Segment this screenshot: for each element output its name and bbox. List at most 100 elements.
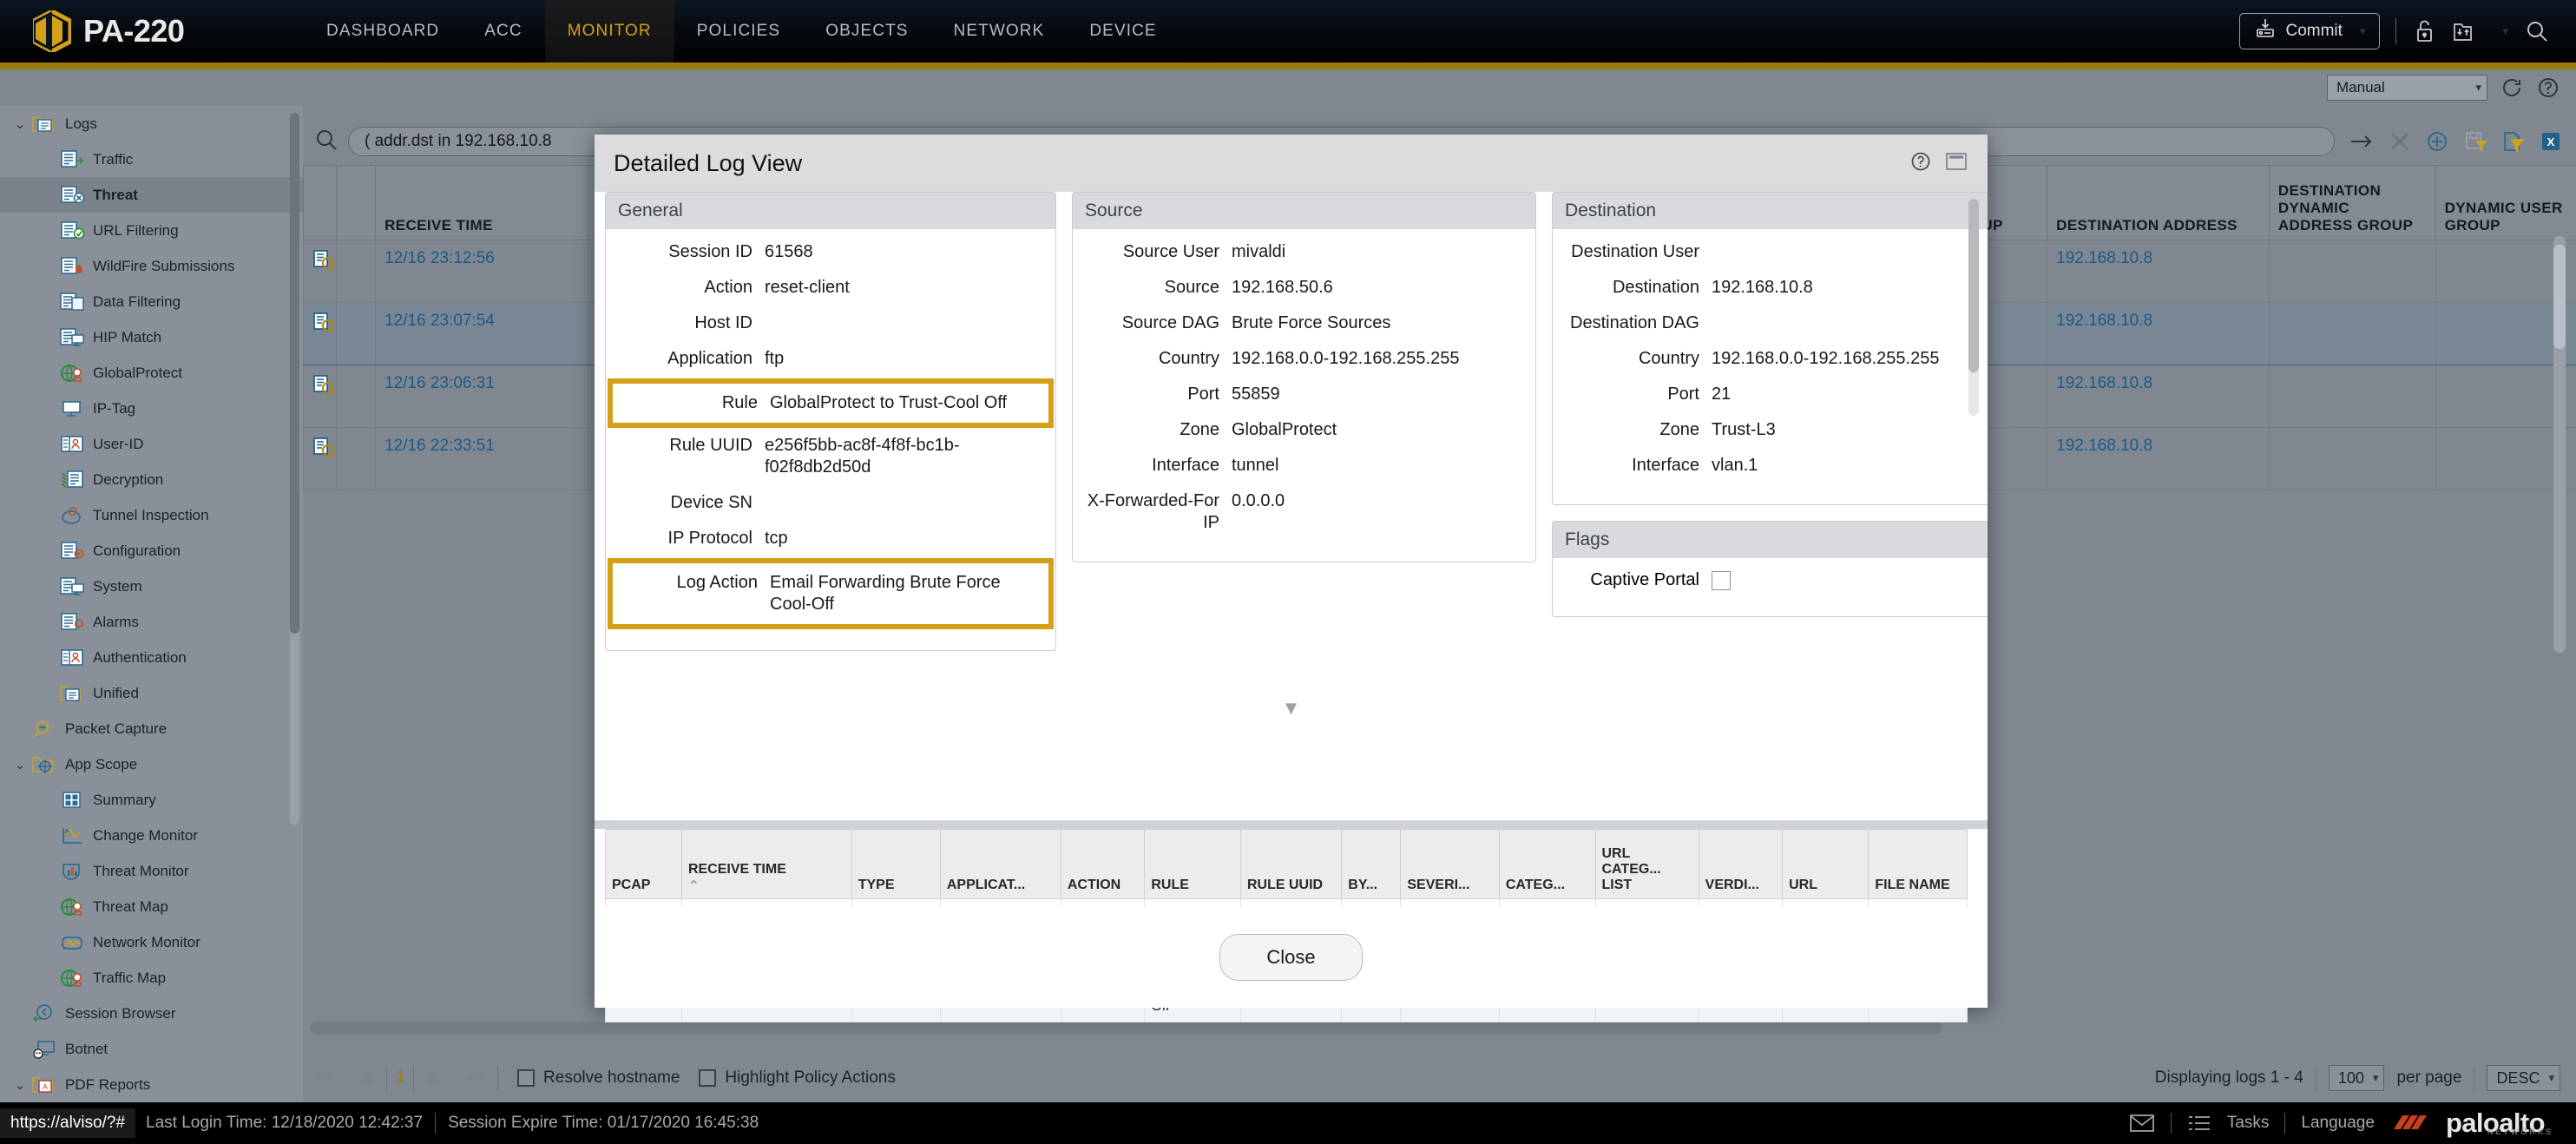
sidebar-scrollbar[interactable] (290, 113, 299, 825)
nav-tab-objects[interactable]: OBJECTS (803, 0, 930, 62)
log-detail-icon[interactable] (303, 427, 338, 490)
language-label[interactable]: Language (2301, 1114, 2375, 1133)
checkbox-box[interactable] (517, 1069, 536, 1087)
sidebar-item-globalprotect[interactable]: GlobalProtect (0, 355, 303, 391)
sidebar-item-wildfire-submissions[interactable]: WildFire Submissions (0, 248, 303, 284)
sidebar-item-traffic-map[interactable]: Traffic Map (0, 960, 303, 996)
sidebar-item-user-id[interactable]: User-ID (0, 426, 303, 462)
clear-filter-x-icon[interactable] (2389, 130, 2411, 153)
grid-col-url[interactable]: URL (1782, 829, 1870, 899)
mail-icon[interactable] (2129, 1113, 2155, 1134)
sidebar-item-botnet[interactable]: Botnet (0, 1031, 303, 1067)
sidebar-item-alarms[interactable]: Alarms (0, 604, 303, 640)
grid-col-action[interactable]: ACTION (1060, 829, 1146, 899)
save-filter-icon[interactable] (2463, 129, 2487, 154)
sort-order-select[interactable]: DESC ▾ (2487, 1065, 2560, 1091)
sidebar-item-tunnel-inspection[interactable]: Tunnel Inspection (0, 497, 303, 533)
restore-window-icon[interactable] (1944, 151, 1968, 176)
sidebar-item-summary[interactable]: Summary (0, 782, 303, 818)
twisty-expand-icon[interactable]: ⌄ (9, 116, 31, 132)
sidebar-item-change-monitor[interactable]: Change Monitor (0, 818, 303, 853)
last-page-icon[interactable]: ⏭ (455, 1068, 497, 1088)
sidebar-item-threat-monitor[interactable]: Threat Monitor (0, 853, 303, 889)
twisty-expand-icon[interactable]: ⌄ (9, 1077, 31, 1093)
grid-col-url-categ-list[interactable]: URL CATEG... LIST (1594, 829, 1699, 899)
sort-ascending-icon[interactable]: ⌃ (688, 878, 845, 893)
first-page-icon[interactable]: ⏮ (303, 1068, 345, 1088)
apply-filter-arrow-icon[interactable] (2349, 130, 2375, 153)
flag-checkbox[interactable] (1712, 570, 1731, 590)
nav-tab-policies[interactable]: POLICIES (674, 0, 803, 62)
log-table-vertical-scrollbar-thumb[interactable] (2553, 245, 2566, 349)
checkbox-box[interactable] (699, 1069, 717, 1087)
col-blank-header[interactable] (336, 165, 377, 240)
log-detail-icon[interactable] (303, 302, 338, 365)
sidebar-scrollbar-thumb[interactable] (290, 113, 299, 634)
highlight-policy-actions-checkbox[interactable]: Highlight Policy Actions (699, 1068, 896, 1088)
col-destination-address-header[interactable]: DESTINATION ADDRESS (2047, 165, 2270, 240)
sidebar-item-pdf-reports[interactable]: ⌄ A PDF Reports (0, 1067, 303, 1102)
nav-tab-acc[interactable]: ACC (462, 0, 544, 62)
log-table-horizontal-scrollbar[interactable] (310, 1022, 1942, 1035)
grid-col-file-name[interactable]: FILE NAME (1868, 829, 1968, 899)
chevron-down-icon[interactable]: ▾ (2502, 24, 2508, 38)
sidebar-item-traffic[interactable]: Traffic (0, 141, 303, 177)
tasks-icon[interactable] (2187, 1113, 2211, 1134)
sidebar-item-ip-tag[interactable]: IP-Tag (0, 391, 303, 426)
col-dest-dynamic-address-group-header[interactable]: DESTINATION DYNAMIC ADDRESS GROUP (2268, 165, 2436, 240)
sidebar-item-threat-map[interactable]: Threat Map (0, 889, 303, 924)
current-page-number[interactable]: 1 (387, 1068, 414, 1088)
sidebar-item-packet-capture[interactable]: Packet Capture (0, 711, 303, 746)
sidebar-item-session-browser[interactable]: Session Browser (0, 996, 303, 1031)
config-transfer-icon[interactable] (2452, 19, 2478, 43)
dialog-scrollbar-thumb[interactable] (1968, 199, 1979, 372)
sidebar-item-url-filtering[interactable]: URL Filtering (0, 213, 303, 248)
tasks-label[interactable]: Tasks (2227, 1114, 2270, 1133)
nav-tab-dashboard[interactable]: DASHBOARD (304, 0, 462, 62)
collapse-chevron-icon[interactable]: ▼ (1282, 697, 1301, 720)
sidebar-item-unified[interactable]: Unified (0, 675, 303, 711)
help-icon[interactable] (2536, 76, 2560, 100)
log-table-vertical-scrollbar[interactable] (2553, 236, 2566, 653)
nav-tab-device[interactable]: DEVICE (1067, 0, 1179, 62)
grid-col-by-[interactable]: BY... (1341, 829, 1402, 899)
sidebar-item-authentication[interactable]: Authentication (0, 640, 303, 675)
per-page-select[interactable]: 100 ▾ (2328, 1065, 2385, 1091)
close-button[interactable]: Close (1219, 934, 1363, 981)
sidebar-item-decryption[interactable]: Decryption (0, 462, 303, 497)
grid-col-receive-time[interactable]: RECEIVE TIME ⌃ (680, 829, 852, 899)
grid-col-categ-[interactable]: CATEG... (1498, 829, 1596, 899)
add-filter-plus-icon[interactable] (2425, 129, 2449, 154)
sidebar-item-app-scope[interactable]: ⌄ App Scope (0, 746, 303, 782)
grid-col-severi-[interactable]: SEVERI... (1400, 829, 1500, 899)
open-filter-icon[interactable] (2501, 129, 2526, 154)
sidebar-item-threat[interactable]: Threat (0, 177, 303, 213)
prev-page-icon[interactable]: ◀ (345, 1068, 386, 1088)
commit-button[interactable]: Commit ▾ (2239, 13, 2381, 49)
col-dynamic-user-group-header[interactable]: DYNAMIC USER GROUP (2435, 165, 2576, 240)
nav-tab-monitor[interactable]: MONITOR (544, 0, 674, 62)
sidebar-item-system[interactable]: System (0, 569, 303, 604)
refresh-icon[interactable] (2500, 76, 2524, 100)
sidebar-item-hip-match[interactable]: HIP Match (0, 319, 303, 355)
export-excel-icon[interactable]: X (2540, 130, 2562, 153)
grid-col-rule[interactable]: RULE (1144, 829, 1241, 899)
col-pcap-header[interactable] (303, 165, 338, 240)
grid-col-pcap[interactable]: PCAP (605, 829, 682, 899)
dialog-scrollbar[interactable] (1968, 199, 1979, 416)
refresh-mode-select[interactable]: Manual ▾ (2327, 75, 2487, 101)
search-icon[interactable] (2524, 18, 2550, 44)
twisty-expand-icon[interactable]: ⌄ (9, 757, 31, 773)
log-detail-icon[interactable] (303, 240, 338, 303)
unlock-icon[interactable] (2412, 18, 2436, 44)
grid-col-applicat-[interactable]: APPLICAT... (939, 829, 1061, 899)
sidebar-item-configuration[interactable]: Configuration (0, 533, 303, 569)
resolve-hostname-checkbox[interactable]: Resolve hostname (517, 1068, 680, 1088)
log-detail-icon[interactable] (303, 365, 338, 428)
sidebar-item-network-monitor[interactable]: Network Monitor (0, 924, 303, 960)
col-receive-time-header[interactable]: RECEIVE TIME (375, 165, 589, 240)
grid-col-verdi-[interactable]: VERDI... (1698, 829, 1784, 899)
grid-col-rule-uuid[interactable]: RULE UUID (1239, 829, 1343, 899)
help-icon[interactable] (1909, 150, 1932, 177)
next-page-icon[interactable]: ▶ (414, 1068, 455, 1088)
